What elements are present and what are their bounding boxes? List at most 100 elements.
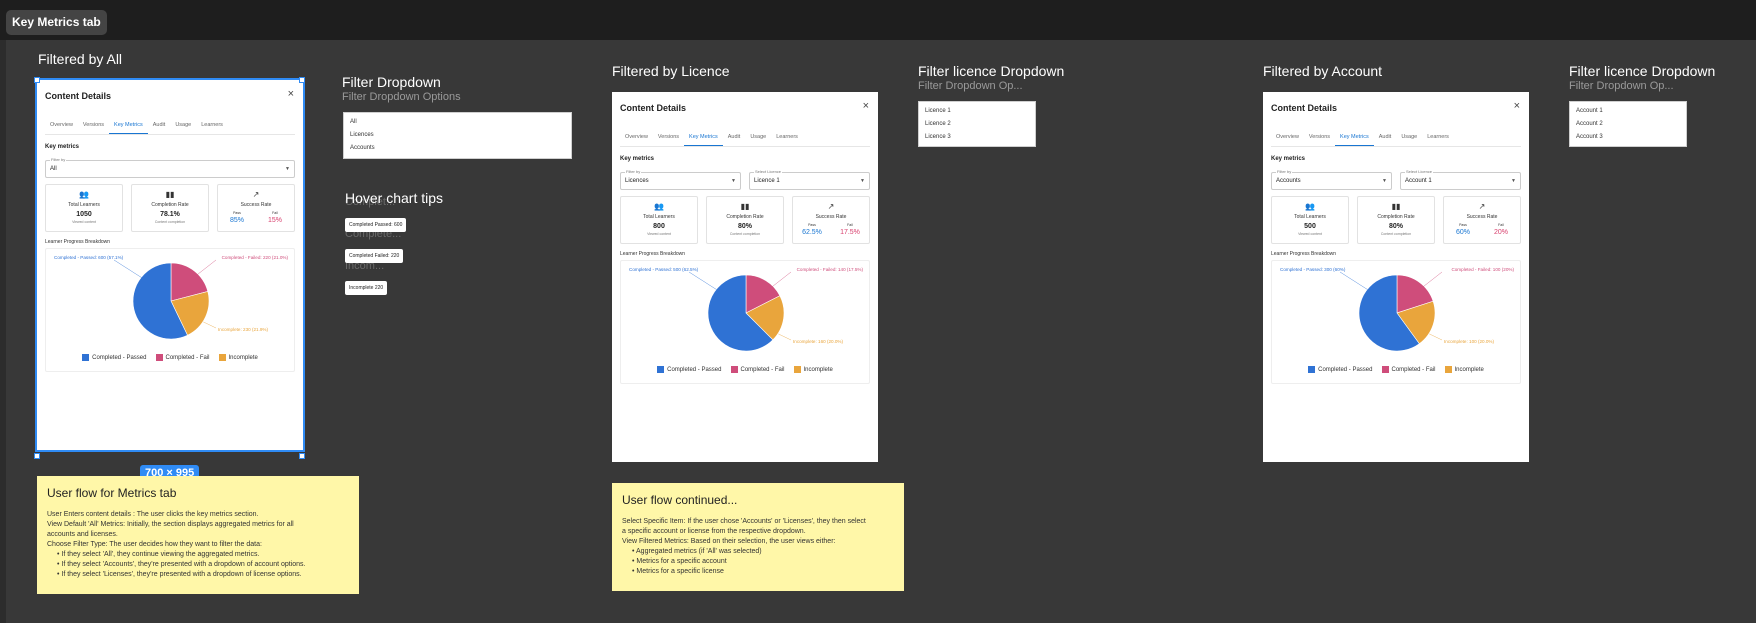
dropdown-option[interactable]: All: [344, 116, 571, 129]
breakdown-title: Learner Progress Breakdown: [620, 251, 686, 257]
completion-rate-card: ▮▮ Completion Rate 80% Content completio…: [706, 196, 784, 244]
legend-item: Completed - Fail: [155, 354, 210, 361]
leader-line: [778, 333, 792, 341]
dropdown-option[interactable]: Accounts: [344, 142, 571, 155]
dropdown-option[interactable]: Licence 3: [919, 131, 1035, 144]
tab-bar: Overview Versions Key Metrics Audit Usage Lea…: [620, 134, 870, 147]
frame-title: Filtered by Account: [1263, 63, 1383, 79]
tab-versions[interactable]: Versions: [1304, 134, 1335, 146]
account-dropdown-menu: Account 1 Account 2 Account 3: [1569, 101, 1687, 147]
frame-title: Filtered by Licence: [612, 63, 730, 79]
leader-line: [1423, 271, 1443, 287]
content-details-frame[interactable]: Content Details × Overview Versions Key Me…: [1263, 92, 1529, 462]
tab-versions[interactable]: Versions: [78, 122, 109, 134]
fail-value: 15%: [267, 217, 282, 224]
total-learners-card: 👥 Total Learners 800 Viewed content: [620, 196, 698, 244]
chart-tooltip: Incomplete 220: [345, 281, 388, 295]
close-icon[interactable]: ×: [288, 88, 294, 100]
tab-overview[interactable]: Overview: [45, 122, 78, 134]
tab-key-metrics[interactable]: Key Metrics: [1335, 134, 1374, 146]
pie-chart: Completed - Passed: 500 (62.5%) Completed…: [620, 260, 870, 384]
card-title: Completion Rate: [151, 202, 189, 208]
note-bullet: • If they select 'Licenses', they're pre…: [57, 571, 302, 578]
tab-key-metrics[interactable]: Key Metrics: [109, 122, 148, 134]
chevron-down-icon: ▼: [1382, 178, 1387, 184]
filter-dropdown-menu: All Licences Accounts: [343, 112, 572, 159]
tab-usage[interactable]: Usage: [1396, 134, 1422, 146]
item-select[interactable]: Select Licence Licence 1 ▼: [749, 169, 870, 190]
card-subtitle: Content completion: [154, 220, 186, 224]
content-details-frame[interactable]: Content Details × Overview Versions Key Me…: [612, 92, 878, 462]
chevron-down-icon: ▼: [731, 178, 736, 184]
note-line: a specific account or license from the r…: [622, 528, 806, 535]
pie-chart: Completed - Passed: 300 (60%) Completed -…: [1271, 260, 1521, 384]
dropdown-option[interactable]: Licence 2: [919, 118, 1035, 131]
close-icon[interactable]: ×: [1514, 100, 1520, 112]
tab-overview[interactable]: Overview: [1271, 134, 1304, 146]
slice-label: Completed - Failed: 140 (17.5%): [797, 267, 864, 272]
pie-chart: Completed - Passed: 600 (57.1%) Completed…: [45, 248, 295, 372]
close-icon[interactable]: ×: [863, 100, 869, 112]
filter-select[interactable]: Filter by Licences ▼: [620, 169, 741, 190]
slice-label: Completed - Failed: 220 (21.0%): [222, 255, 289, 260]
dropdown-option[interactable]: Account 3: [1570, 131, 1686, 144]
dropdown-option[interactable]: Licence 1: [919, 105, 1035, 118]
resize-handle[interactable]: [299, 77, 305, 83]
card-subtitle: Viewed content: [1298, 232, 1322, 236]
users-icon: 👥: [1305, 202, 1315, 211]
filter-select[interactable]: Filter by Accounts ▼: [1271, 169, 1392, 190]
section-title: Key metrics: [1271, 156, 1306, 162]
user-flow-note: User flow for Metrics tab User Enters co…: [37, 476, 359, 594]
card-subtitle: Content completion: [729, 232, 761, 236]
dropdown-option[interactable]: Account 2: [1570, 118, 1686, 131]
tab-usage[interactable]: Usage: [170, 122, 196, 134]
dropdown-option[interactable]: Account 1: [1570, 105, 1686, 118]
chart-legend: Completed - Passed Completed - Fail Inco…: [1272, 366, 1520, 373]
note-bullet: • If they select 'Accounts', they're pre…: [57, 561, 306, 568]
note-line: User Enters content details : The user c…: [47, 511, 259, 518]
note-line: Choose Filter Type: The user decides how…: [47, 541, 262, 548]
tab-learners[interactable]: Learners: [1422, 134, 1454, 146]
resize-handle[interactable]: [34, 77, 40, 83]
resize-handle[interactable]: [34, 453, 40, 459]
chart-tooltip: Completed Failed: 220: [345, 249, 404, 263]
success-rate-card: ↗ Success Rate Pass 85% Fail 15%: [217, 184, 295, 232]
tab-audit[interactable]: Audit: [148, 122, 171, 134]
card-title: Total Learners: [643, 214, 675, 220]
bar-chart-icon: ▮▮: [1391, 202, 1401, 211]
tab-versions[interactable]: Versions: [653, 134, 684, 146]
dialog-title: Content Details: [620, 103, 687, 113]
total-learners-card: 👥 Total Learners 500 Viewed content: [1271, 196, 1349, 244]
select-value: Licences: [625, 178, 649, 184]
slice-label: Incomplete: 100 (20.0%): [1444, 339, 1495, 344]
tab-usage[interactable]: Usage: [745, 134, 771, 146]
dropdown-option[interactable]: Licences: [344, 129, 571, 142]
tab-learners[interactable]: Learners: [196, 122, 228, 134]
slice-label: Completed - Passed: 500 (62.5%): [629, 267, 699, 272]
item-select[interactable]: Select Licence Account 1 ▼: [1400, 169, 1521, 190]
note-bullet: • Metrics for a specific license: [632, 568, 724, 575]
content-details-frame[interactable]: Content Details × Overview Versions Key Me…: [35, 78, 305, 452]
filter-select[interactable]: Filter by All ▼: [45, 157, 295, 178]
pass-value: 60%: [1455, 229, 1470, 236]
pass-value: 62.5%: [802, 229, 822, 236]
pass-label: Pass: [808, 223, 816, 227]
chart-tooltip: Completed Passed: 600: [345, 218, 407, 232]
tab-audit[interactable]: Audit: [723, 134, 746, 146]
leader-line: [1429, 333, 1443, 341]
select-value: Accounts: [1276, 178, 1301, 184]
tab-learners[interactable]: Learners: [771, 134, 803, 146]
tab-overview[interactable]: Overview: [620, 134, 653, 146]
fail-label: Fail: [847, 223, 853, 227]
dropdown-title: Filter Dropdown: [342, 74, 441, 90]
chevron-down-icon: ▼: [1511, 178, 1516, 184]
leader-line: [113, 259, 143, 279]
tab-audit[interactable]: Audit: [1374, 134, 1397, 146]
card-title: Success Rate: [240, 202, 272, 208]
tab-key-metrics[interactable]: Key Metrics: [684, 134, 723, 146]
resize-handle[interactable]: [299, 453, 305, 459]
page-tab[interactable]: Key Metrics tab: [6, 10, 107, 35]
hover-tips-title: Hover chart tips: [345, 190, 444, 206]
select-value: Licence 1: [754, 178, 780, 184]
select-value: All: [50, 166, 57, 172]
